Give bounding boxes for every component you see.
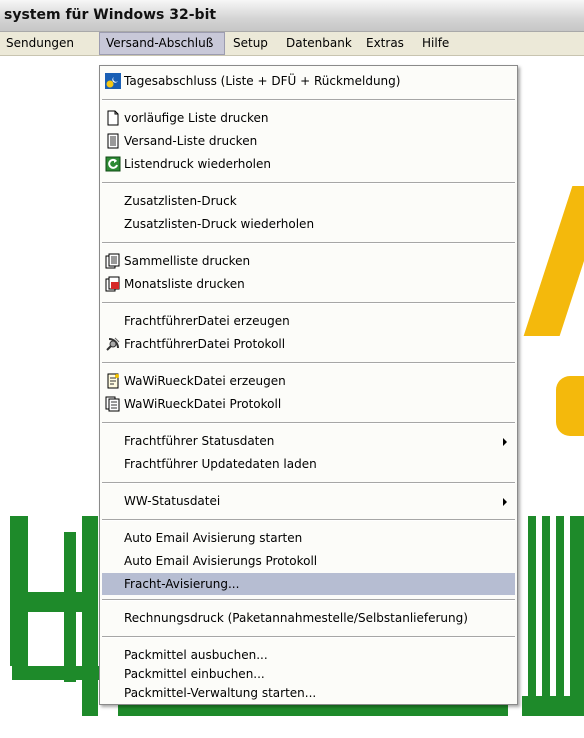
menu-separator (102, 362, 515, 364)
title-bar: system für Windows 32-bit (0, 0, 584, 32)
month-list-icon (105, 276, 121, 292)
menu-item-frachtfuehrerdatei-protokoll[interactable]: FrachtführerDatei Protokoll (102, 333, 515, 355)
menu-versand-abschluss[interactable]: Versand-Abschluß (99, 32, 225, 55)
menu-extras[interactable]: Extras (360, 32, 410, 55)
collect-list-icon (105, 253, 121, 269)
menu-item-listendruck-wiederholen[interactable]: Listendruck wiederholen (102, 153, 515, 175)
menu-item-frachtfuehrer-statusdaten[interactable]: Frachtführer Statusdaten (102, 430, 515, 452)
menu-item-versand-liste[interactable]: Versand-Liste drucken (102, 130, 515, 152)
menu-item-rechnungsdruck[interactable]: Rechnungsdruck (Paketannahmestelle/Selbs… (102, 607, 515, 629)
window-title: system für Windows 32-bit (4, 7, 217, 23)
blank-document-icon (105, 110, 121, 126)
menu-separator (102, 302, 515, 304)
list-document-icon (105, 133, 121, 149)
submenu-arrow-icon (503, 498, 507, 506)
menu-bar: Sendungen Versand-Abschluß Setup Datenba… (0, 32, 584, 56)
versand-abschluss-dropdown: Tagesabschluss (Liste + DFÜ + Rückmeldun… (99, 65, 518, 705)
menu-setup[interactable]: Setup (227, 32, 274, 55)
menu-item-wawirueckdatei-erzeugen[interactable]: WaWiRueckDatei erzeugen (102, 370, 515, 392)
day-close-icon (105, 73, 121, 89)
menu-separator (102, 242, 515, 244)
repeat-print-icon (105, 156, 121, 172)
menu-separator (102, 422, 515, 424)
menu-separator (102, 599, 515, 601)
menu-separator (102, 482, 515, 484)
menu-sendungen[interactable]: Sendungen (0, 32, 80, 55)
doc-stack-icon (105, 396, 121, 412)
menu-item-wawirueckdatei-protokoll[interactable]: WaWiRueckDatei Protokoll (102, 393, 515, 415)
menu-item-auto-email-protokoll[interactable]: Auto Email Avisierungs Protokoll (102, 550, 515, 572)
menu-item-sammelliste[interactable]: Sammelliste drucken (102, 250, 515, 272)
menu-item-tagesabschluss[interactable]: Tagesabschluss (Liste + DFÜ + Rückmeldun… (102, 70, 515, 92)
menu-item-ww-statusdatei[interactable]: WW-Statusdatei (102, 490, 515, 512)
menu-item-frachtfuehrerdatei-erzeugen[interactable]: FrachtführerDatei erzeugen (102, 310, 515, 332)
menu-item-frachtfuehrer-updatedaten[interactable]: Frachtführer Updatedaten laden (102, 453, 515, 475)
menu-item-auto-email-starten[interactable]: Auto Email Avisierung starten (102, 527, 515, 549)
menu-separator (102, 519, 515, 521)
menu-separator (102, 99, 515, 101)
menu-item-monatsliste[interactable]: Monatsliste drucken (102, 273, 515, 295)
menu-datenbank[interactable]: Datenbank (280, 32, 358, 55)
menu-separator (102, 636, 515, 638)
menu-item-packmittel-verwaltung[interactable]: Packmittel-Verwaltung starten... (102, 682, 515, 704)
menu-item-zusatzlisten-druck[interactable]: Zusatzlisten-Druck (102, 190, 515, 212)
menu-item-vorlaeufige-liste[interactable]: vorläufige Liste drucken (102, 107, 515, 129)
menu-separator (102, 182, 515, 184)
menu-item-fracht-avisierung[interactable]: Fracht-Avisierung... (102, 573, 515, 595)
satellite-icon (105, 336, 121, 352)
submenu-arrow-icon (503, 438, 507, 446)
menu-hilfe[interactable]: Hilfe (416, 32, 455, 55)
menu-item-zusatzlisten-wiederholen[interactable]: Zusatzlisten-Druck wiederholen (102, 213, 515, 235)
doc-create-icon (105, 373, 121, 389)
